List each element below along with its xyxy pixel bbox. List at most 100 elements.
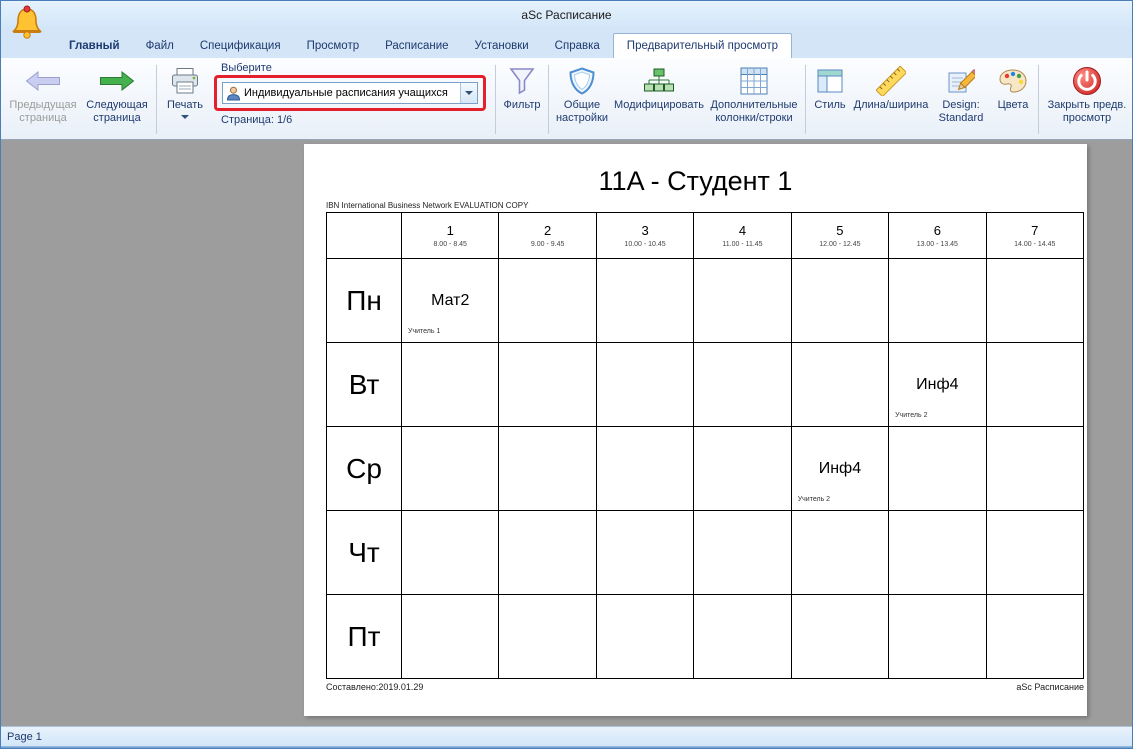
toolbar-separator bbox=[805, 65, 806, 134]
printer-icon bbox=[170, 63, 200, 99]
design-label: Design: Standard bbox=[931, 99, 991, 125]
timetable-header-row: 18.00 - 8.4529.00 - 9.45310.00 - 10.4541… bbox=[327, 213, 1084, 259]
general-settings-button[interactable]: Общие настройки bbox=[552, 60, 612, 139]
palette-icon bbox=[998, 63, 1028, 99]
modify-label: Модифицировать bbox=[614, 99, 704, 112]
title-bar: aSc Расписание bbox=[1, 1, 1132, 29]
tab-specification[interactable]: Спецификация bbox=[187, 34, 294, 58]
extra-columns-label: Дополнительные колонки/строки bbox=[706, 99, 802, 125]
day-cell: Вт bbox=[327, 343, 402, 427]
day-cell: Пн bbox=[327, 259, 402, 343]
tab-schedule[interactable]: Расписание bbox=[372, 34, 461, 58]
corner-cell bbox=[327, 213, 402, 259]
power-icon bbox=[1071, 63, 1103, 99]
filter-button[interactable]: Фильтр bbox=[499, 60, 545, 139]
period-header-cell: 714.00 - 14.45 bbox=[987, 213, 1084, 259]
timetable-cell bbox=[889, 259, 986, 343]
timetable-cell bbox=[694, 511, 791, 595]
timetable-cell bbox=[402, 427, 499, 511]
tab-print-preview[interactable]: Предварительный просмотр bbox=[613, 33, 792, 58]
funnel-icon bbox=[509, 63, 535, 99]
toolbar-separator bbox=[1038, 65, 1039, 134]
status-bar: Page 1 bbox=[1, 726, 1132, 746]
lesson-cell: Инф4Учитель 2 bbox=[889, 343, 986, 427]
timetable-cell bbox=[499, 427, 596, 511]
table-grid-icon bbox=[740, 63, 768, 99]
modify-button[interactable]: Модифицировать bbox=[612, 60, 706, 139]
filter-label: Фильтр bbox=[504, 99, 541, 112]
report-select-group: Выберите Индивидуальные расписания учащи… bbox=[210, 60, 492, 139]
schedule-title: 11A - Студент 1 bbox=[304, 166, 1087, 197]
close-preview-label: Закрыть предв. просмотр bbox=[1042, 99, 1132, 125]
preview-page: 11A - Студент 1 IBN International Busine… bbox=[304, 144, 1087, 716]
chevron-down-icon bbox=[465, 91, 473, 95]
sitemap-icon bbox=[644, 63, 674, 99]
page-footer: Составлено:2019.01.29 aSc Расписание bbox=[326, 682, 1084, 692]
timetable-cell bbox=[694, 595, 791, 679]
day-cell: Чт bbox=[327, 511, 402, 595]
window-title: aSc Расписание bbox=[521, 8, 611, 22]
timetable-cell bbox=[694, 427, 791, 511]
colors-button[interactable]: Цвета bbox=[991, 60, 1035, 139]
lesson-teacher: Учитель 2 bbox=[798, 496, 830, 503]
timetable-cell bbox=[499, 595, 596, 679]
evaluation-watermark: IBN International Business Network EVALU… bbox=[326, 201, 528, 210]
timetable-cell bbox=[597, 427, 694, 511]
timetable-cell bbox=[597, 343, 694, 427]
style-window-icon bbox=[817, 63, 843, 99]
timetable-cell bbox=[792, 259, 889, 343]
timetable-cell bbox=[402, 343, 499, 427]
timetable: 18.00 - 8.4529.00 - 9.45310.00 - 10.4541… bbox=[326, 212, 1084, 679]
report-type-dropdown-button[interactable] bbox=[460, 83, 477, 103]
lesson-cell: Инф4Учитель 2 bbox=[792, 427, 889, 511]
timetable-cell bbox=[694, 343, 791, 427]
period-header-cell: 29.00 - 9.45 bbox=[499, 213, 596, 259]
timetable-cell bbox=[499, 343, 596, 427]
period-header-cell: 613.00 - 13.45 bbox=[889, 213, 986, 259]
timetable-cell bbox=[987, 595, 1084, 679]
print-button[interactable]: Печать bbox=[160, 60, 210, 139]
toolbar-separator bbox=[495, 65, 496, 134]
next-page-button[interactable]: Следующая страница bbox=[81, 60, 153, 139]
tab-help[interactable]: Справка bbox=[542, 34, 613, 58]
length-width-button[interactable]: Длина/ширина bbox=[851, 60, 931, 139]
timetable-cell bbox=[402, 595, 499, 679]
choose-label: Выберите bbox=[221, 62, 490, 74]
length-width-label: Длина/ширина bbox=[854, 99, 929, 112]
timetable-cell bbox=[889, 511, 986, 595]
timetable-cell bbox=[597, 595, 694, 679]
pencil-icon bbox=[947, 63, 975, 99]
preview-area: 11A - Студент 1 IBN International Busine… bbox=[1, 140, 1132, 726]
period-header-cell: 512.00 - 12.45 bbox=[792, 213, 889, 259]
timetable-cell bbox=[987, 259, 1084, 343]
tab-settings[interactable]: Установки bbox=[462, 34, 542, 58]
style-button[interactable]: Стиль bbox=[809, 60, 851, 139]
general-settings-label: Общие настройки bbox=[552, 99, 612, 125]
toolbar-separator bbox=[156, 65, 157, 134]
tab-view[interactable]: Просмотр bbox=[294, 34, 373, 58]
design-button[interactable]: Design: Standard bbox=[931, 60, 991, 139]
timetable-cell bbox=[792, 595, 889, 679]
timetable-cell bbox=[987, 427, 1084, 511]
timetable-cell bbox=[597, 259, 694, 343]
colors-label: Цвета bbox=[998, 99, 1029, 112]
shield-icon bbox=[569, 63, 595, 99]
extra-columns-button[interactable]: Дополнительные колонки/строки bbox=[706, 60, 802, 139]
timetable-cell bbox=[499, 511, 596, 595]
tab-main[interactable]: Главный bbox=[56, 34, 133, 58]
arrow-right-icon bbox=[99, 63, 135, 99]
page-counter: Страница: 1/6 bbox=[221, 114, 490, 126]
style-label: Стиль bbox=[814, 99, 845, 112]
timetable-cell bbox=[889, 427, 986, 511]
print-label: Печать bbox=[167, 99, 203, 112]
tab-file[interactable]: Файл bbox=[133, 34, 187, 58]
app-credit: aSc Расписание bbox=[1016, 682, 1084, 692]
close-preview-button[interactable]: Закрыть предв. просмотр bbox=[1042, 60, 1132, 139]
timetable-row: Чт bbox=[327, 511, 1084, 595]
timetable-cell bbox=[987, 343, 1084, 427]
report-type-select[interactable]: Индивидуальные расписания учащихся bbox=[222, 82, 478, 104]
bell-icon[interactable] bbox=[9, 4, 45, 45]
timetable-row: СрИнф4Учитель 2 bbox=[327, 427, 1084, 511]
timetable-cell bbox=[792, 343, 889, 427]
prev-page-button[interactable]: Предыдущая страница bbox=[5, 60, 81, 139]
